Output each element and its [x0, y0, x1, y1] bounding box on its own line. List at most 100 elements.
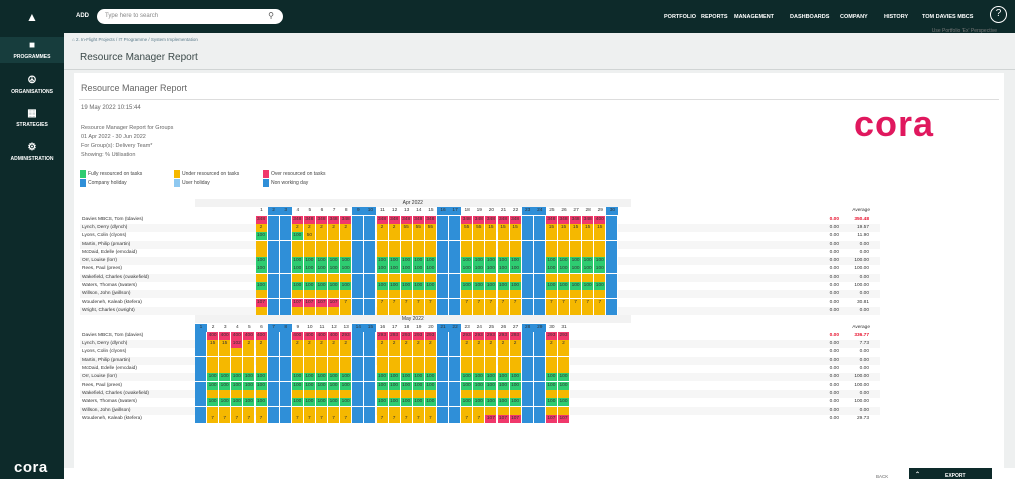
resource-name[interactable]: Lyons, Colin (clyons): [80, 232, 195, 240]
export-button[interactable]: ⌃ EXPORT: [909, 468, 992, 479]
day-header: 18: [464, 208, 470, 214]
utilisation-cell: 55: [412, 223, 425, 232]
search-icon[interactable]: ⚲: [268, 11, 274, 20]
resource-name[interactable]: Woudeneh, Kaleab (ktefera): [80, 299, 195, 307]
utilisation-cell: 100: [255, 398, 268, 407]
utilisation-cell: 7: [424, 414, 437, 423]
utilisation-cell: 293: [400, 331, 413, 340]
utilisation-cell: 7: [412, 298, 425, 307]
utilisation-cell: [533, 298, 546, 307]
resource-name[interactable]: Rees, Paul (prees): [80, 382, 195, 390]
total-value: 0.00: [829, 349, 839, 355]
utilisation-cell: [412, 290, 425, 299]
resource-name[interactable]: Martin, Philip (pmartin): [80, 241, 195, 249]
resource-name[interactable]: Orr, Louise (lorr): [80, 373, 195, 381]
perspective-label[interactable]: Use Portfolio 'Ex' Perspective: [932, 28, 997, 34]
resource-name[interactable]: Davies MBCS, Tom (tdavies): [80, 332, 195, 340]
nav-portfolio[interactable]: PORTFOLIO: [664, 14, 696, 20]
utilisation-cell: [424, 389, 437, 398]
utilisation-cell: 2: [255, 340, 268, 349]
resource-name[interactable]: Davies MBCS, Tom (tdavies): [80, 216, 195, 224]
resource-name[interactable]: Willson, John (jwillson): [80, 290, 195, 298]
back-button[interactable]: BACK: [876, 474, 888, 479]
sidebar-item-programmes[interactable]: ■ PROGRAMMES: [0, 37, 64, 63]
utilisation-cell: 100: [485, 257, 498, 266]
resource-name[interactable]: Waters, Thomas (twaters): [80, 398, 195, 406]
home-icon[interactable]: ▲: [22, 10, 42, 24]
resource-name[interactable]: Wakefield, Charles (cwakefield): [80, 274, 195, 282]
utilisation-cell: [400, 240, 413, 249]
breadcrumb[interactable]: ⌂ 2. In-Flight Projects / IT Programme /…: [72, 37, 198, 42]
utilisation-cell: [291, 248, 304, 257]
utilisation-cell: [267, 282, 280, 290]
nav-management[interactable]: MANAGEMENT: [734, 14, 774, 20]
utilisation-cell: 100: [461, 257, 474, 266]
sidebar-item-administration[interactable]: ⚙ ADMINISTRATION: [0, 142, 64, 162]
day-header: 9: [296, 324, 300, 330]
utilisation-cell: 100: [328, 373, 341, 382]
utilisation-cell: [449, 240, 462, 249]
day-header: 18: [404, 324, 410, 330]
average-value: 100.00: [854, 382, 869, 388]
utilisation-cell: [449, 273, 462, 282]
utilisation-cell: 7: [497, 298, 510, 307]
utilisation-cell: [582, 273, 595, 282]
average-value: 350.48: [854, 216, 869, 222]
utilisation-cell: [485, 232, 498, 241]
nav-reports[interactable]: REPORTS: [701, 14, 728, 20]
add-button[interactable]: ADD: [76, 13, 89, 19]
utilisation-cell: [521, 273, 534, 282]
utilisation-cell: [521, 257, 534, 266]
day-header: 21: [500, 208, 507, 214]
utilisation-cell: [606, 215, 619, 224]
resource-name[interactable]: Wright, Charles (cwright): [80, 307, 195, 315]
resource-name[interactable]: Lynch, Derry (dlynch): [80, 224, 195, 232]
utilisation-cell: 100: [328, 381, 341, 390]
utilisation-cell: [279, 273, 292, 282]
utilisation-cell: [412, 232, 425, 241]
nav-history[interactable]: HISTORY: [884, 14, 908, 20]
utilisation-cell: [388, 389, 401, 398]
total-value: 0.00: [829, 341, 839, 347]
resource-name[interactable]: Waters, Thomas (twaters): [80, 282, 195, 290]
resource-name[interactable]: Martin, Philip (pmartin): [80, 357, 195, 365]
utilisation-cell: [545, 356, 558, 365]
utilisation-cell: 100: [328, 265, 341, 274]
utilisation-cell: 293: [461, 331, 474, 340]
resource-name[interactable]: Wakefield, Charles (cwakefield): [80, 390, 195, 398]
help-icon[interactable]: ?: [990, 6, 1007, 23]
nav-company[interactable]: COMPANY: [840, 14, 868, 20]
sidebar-item-organisations[interactable]: ☮ ORGANISATIONS: [0, 75, 64, 95]
resource-name[interactable]: McDaid, Edelle (emcdaid): [80, 249, 195, 257]
utilisation-cell: [328, 232, 341, 241]
table-row: Lyons, Colin (clyons) 100 100 50 0.00 11.90: [80, 232, 880, 241]
nav-dashboards[interactable]: DASHBOARDS: [790, 14, 829, 20]
utilisation-cell: [388, 406, 401, 415]
sidebar: ▲ ■ PROGRAMMES ☮ ORGANISATIONS ▦ STRATEG…: [0, 0, 64, 479]
search-input[interactable]: Type here to search ⚲: [97, 9, 283, 24]
utilisation-cell: [303, 240, 316, 249]
average-value: 0.00: [859, 366, 869, 371]
average-value: 11.90: [857, 233, 869, 239]
resource-name[interactable]: Lynch, Derry (dlynch): [80, 340, 195, 348]
utilisation-cell: [473, 240, 486, 249]
resource-name[interactable]: Orr, Louise (lorr): [80, 257, 195, 265]
nav-user-menu[interactable]: TOM DAVIES MBCS: [922, 14, 973, 20]
utilisation-cell: [340, 306, 353, 315]
sidebar-item-strategies[interactable]: ▦ STRATEGIES: [0, 108, 64, 128]
utilisation-cell: [437, 365, 449, 373]
utilisation-cell: [279, 356, 292, 365]
day-header: 17: [449, 207, 462, 216]
day-header: 29: [597, 208, 603, 214]
resource-name[interactable]: Rees, Paul (prees): [80, 265, 195, 273]
resource-name[interactable]: Willson, John (jwillson): [80, 407, 195, 415]
resource-name[interactable]: McDaid, Edelle (emcdaid): [80, 365, 195, 373]
utilisation-cell: [219, 406, 232, 415]
utilisation-cell: [570, 232, 583, 241]
day-header: 26: [561, 208, 567, 214]
resource-name[interactable]: Lyons, Colin (clyons): [80, 348, 195, 356]
utilisation-cell: [400, 273, 413, 282]
utilisation-cell: [449, 381, 462, 390]
resource-name[interactable]: Woudeneh, Kaleab (ktefera): [80, 415, 195, 423]
utilisation-cell: [521, 365, 534, 373]
